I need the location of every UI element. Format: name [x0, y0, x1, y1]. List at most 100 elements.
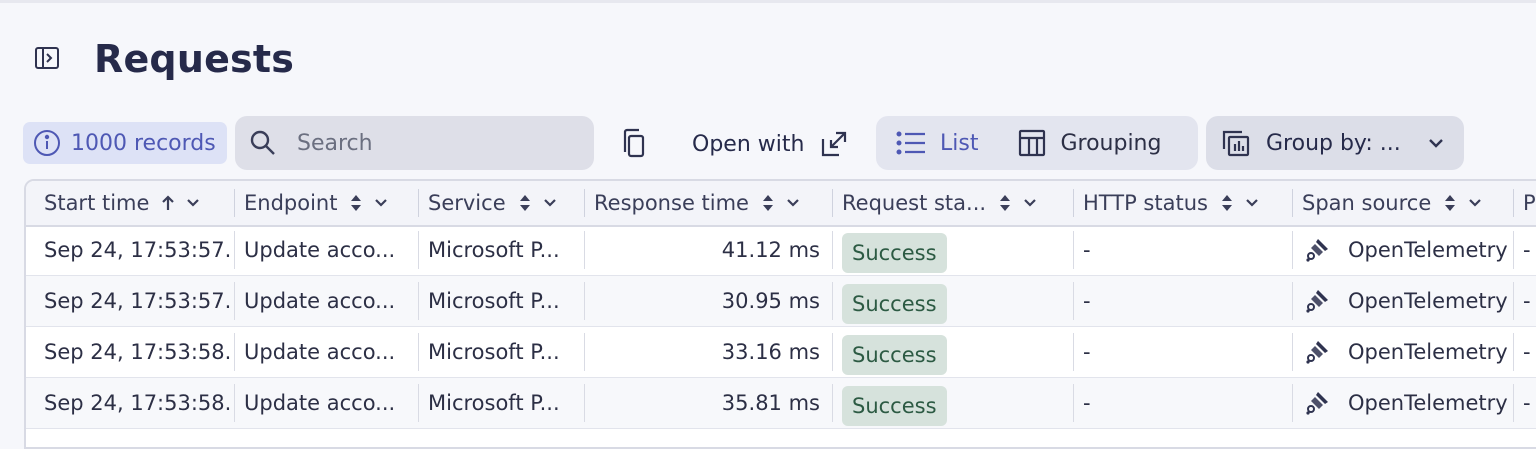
- cell-divider: [584, 231, 585, 269]
- cell-divider: [1292, 384, 1293, 422]
- cell-divider: [234, 282, 235, 320]
- column-header-response-time[interactable]: Response time: [594, 181, 816, 225]
- table-row[interactable]: Sep 24, 17:53:58. Update acco... Microsoft…: [26, 327, 1536, 378]
- copy-button[interactable]: [612, 124, 654, 164]
- sort-icon[interactable]: [1443, 193, 1457, 213]
- column-header-label: HTTP status: [1083, 191, 1208, 215]
- span-source-label: OpenTelemetry: [1348, 289, 1508, 313]
- copy-icon: [619, 128, 647, 160]
- column-divider[interactable]: [584, 189, 585, 217]
- search-field[interactable]: [235, 116, 594, 170]
- chevron-down-icon[interactable]: [1467, 195, 1483, 211]
- cell-span-source: OpenTelemetry: [1304, 225, 1512, 275]
- cell-divider: [832, 384, 833, 422]
- page-title: Requests: [94, 37, 295, 81]
- cell-divider: [1292, 231, 1293, 269]
- cell-service[interactable]: Microsoft P...: [428, 378, 580, 428]
- sort-ascending-icon[interactable]: [161, 194, 175, 212]
- column-header-label: Response time: [594, 191, 749, 215]
- sort-icon[interactable]: [998, 193, 1012, 213]
- cell-request-status: Success: [842, 225, 1056, 275]
- table-row[interactable]: Sep 24, 17:53:57. Update acco... Microsoft…: [26, 225, 1536, 276]
- cell-divider: [1292, 282, 1293, 320]
- column-divider[interactable]: [418, 189, 419, 217]
- cell-divider: [1073, 231, 1074, 269]
- group-by-icon: [1222, 129, 1250, 157]
- sort-icon[interactable]: [761, 193, 775, 213]
- view-list-label: List: [940, 130, 979, 156]
- cell-endpoint[interactable]: Update acco...: [244, 378, 414, 428]
- cell-service[interactable]: Microsoft P...: [428, 327, 580, 377]
- span-source-label: OpenTelemetry: [1348, 238, 1508, 262]
- cell-divider: [832, 333, 833, 371]
- table-row[interactable]: Sep 24, 17:53:57. Update acco... Microsoft…: [26, 276, 1536, 327]
- cell-divider: [418, 384, 419, 422]
- column-header-request-status[interactable]: Request sta...: [842, 181, 1056, 225]
- column-header-truncated[interactable]: P: [1523, 181, 1536, 225]
- chevron-down-icon[interactable]: [1022, 195, 1038, 211]
- cell-divider: [234, 231, 235, 269]
- cell-start-time: Sep 24, 17:53:57.: [44, 238, 232, 262]
- cell-divider: [1073, 333, 1074, 371]
- column-header-label: Start time: [44, 191, 150, 215]
- chevron-down-icon[interactable]: [1244, 195, 1260, 211]
- sort-icon[interactable]: [518, 193, 532, 213]
- cell-response-time: 35.81 ms: [721, 391, 820, 415]
- column-header-label: Span source: [1302, 191, 1432, 215]
- telescope-icon: [1304, 288, 1330, 314]
- cell-divider: [1292, 333, 1293, 371]
- column-header-start-time[interactable]: Start time: [44, 181, 238, 225]
- cell-divider: [1513, 231, 1514, 269]
- cell-divider: [418, 282, 419, 320]
- sort-icon[interactable]: [349, 193, 363, 213]
- column-header-http-status[interactable]: HTTP status: [1083, 181, 1279, 225]
- column-divider[interactable]: [1513, 189, 1514, 217]
- search-input[interactable]: [295, 129, 579, 157]
- view-grouping-button[interactable]: Grouping: [998, 116, 1181, 170]
- panel-toggle-icon[interactable]: [34, 45, 60, 71]
- cell-divider: [584, 333, 585, 371]
- chevron-down-icon[interactable]: [785, 195, 801, 211]
- cell-divider: [418, 333, 419, 371]
- column-header-service[interactable]: Service: [428, 181, 580, 225]
- table-row[interactable]: Sep 24, 17:53:58. Update acco... Microsoft…: [26, 378, 1536, 429]
- open-with-button[interactable]: Open with: [680, 122, 860, 166]
- sort-icon[interactable]: [1220, 193, 1234, 213]
- cell-service[interactable]: Microsoft P...: [428, 225, 580, 275]
- records-count-badge: 1000 records: [23, 122, 227, 164]
- cell-service[interactable]: Microsoft P...: [428, 276, 580, 326]
- cell-divider: [1073, 384, 1074, 422]
- table-header: Start time Endpoint Service Response tim…: [26, 181, 1536, 227]
- chevron-down-icon[interactable]: [542, 195, 558, 211]
- chevron-down-icon[interactable]: [373, 195, 389, 211]
- column-divider[interactable]: [1073, 189, 1074, 217]
- open-with-label: Open with: [692, 131, 805, 157]
- cell-divider: [1513, 333, 1514, 371]
- cell-endpoint[interactable]: Update acco...: [244, 225, 414, 275]
- cell-endpoint[interactable]: Update acco...: [244, 276, 414, 326]
- cell-endpoint[interactable]: Update acco...: [244, 327, 414, 377]
- group-by-dropdown[interactable]: Group by: ...: [1206, 116, 1464, 170]
- view-list-button[interactable]: List: [876, 116, 998, 170]
- cell-request-status: Success: [842, 378, 1056, 428]
- chevron-down-icon: [1427, 134, 1445, 152]
- column-divider[interactable]: [1292, 189, 1293, 217]
- cell-request-status: Success: [842, 276, 1056, 326]
- cell-http-status: -: [1083, 391, 1091, 415]
- info-icon: [33, 129, 61, 157]
- telescope-icon: [1304, 339, 1330, 365]
- cell-divider: [832, 282, 833, 320]
- column-divider[interactable]: [234, 189, 235, 217]
- column-header-span-source[interactable]: Span source: [1302, 181, 1502, 225]
- cell-response-time: 41.12 ms: [721, 238, 820, 262]
- cell-truncated: -: [1523, 289, 1531, 313]
- telescope-icon: [1304, 237, 1330, 263]
- status-badge: Success: [842, 335, 947, 375]
- column-divider[interactable]: [832, 189, 833, 217]
- chevron-down-icon[interactable]: [185, 195, 201, 211]
- telescope-icon: [1304, 390, 1330, 416]
- list-icon: [896, 130, 926, 156]
- cell-request-status: Success: [842, 327, 1056, 377]
- span-source-label: OpenTelemetry: [1348, 340, 1508, 364]
- column-header-endpoint[interactable]: Endpoint: [244, 181, 414, 225]
